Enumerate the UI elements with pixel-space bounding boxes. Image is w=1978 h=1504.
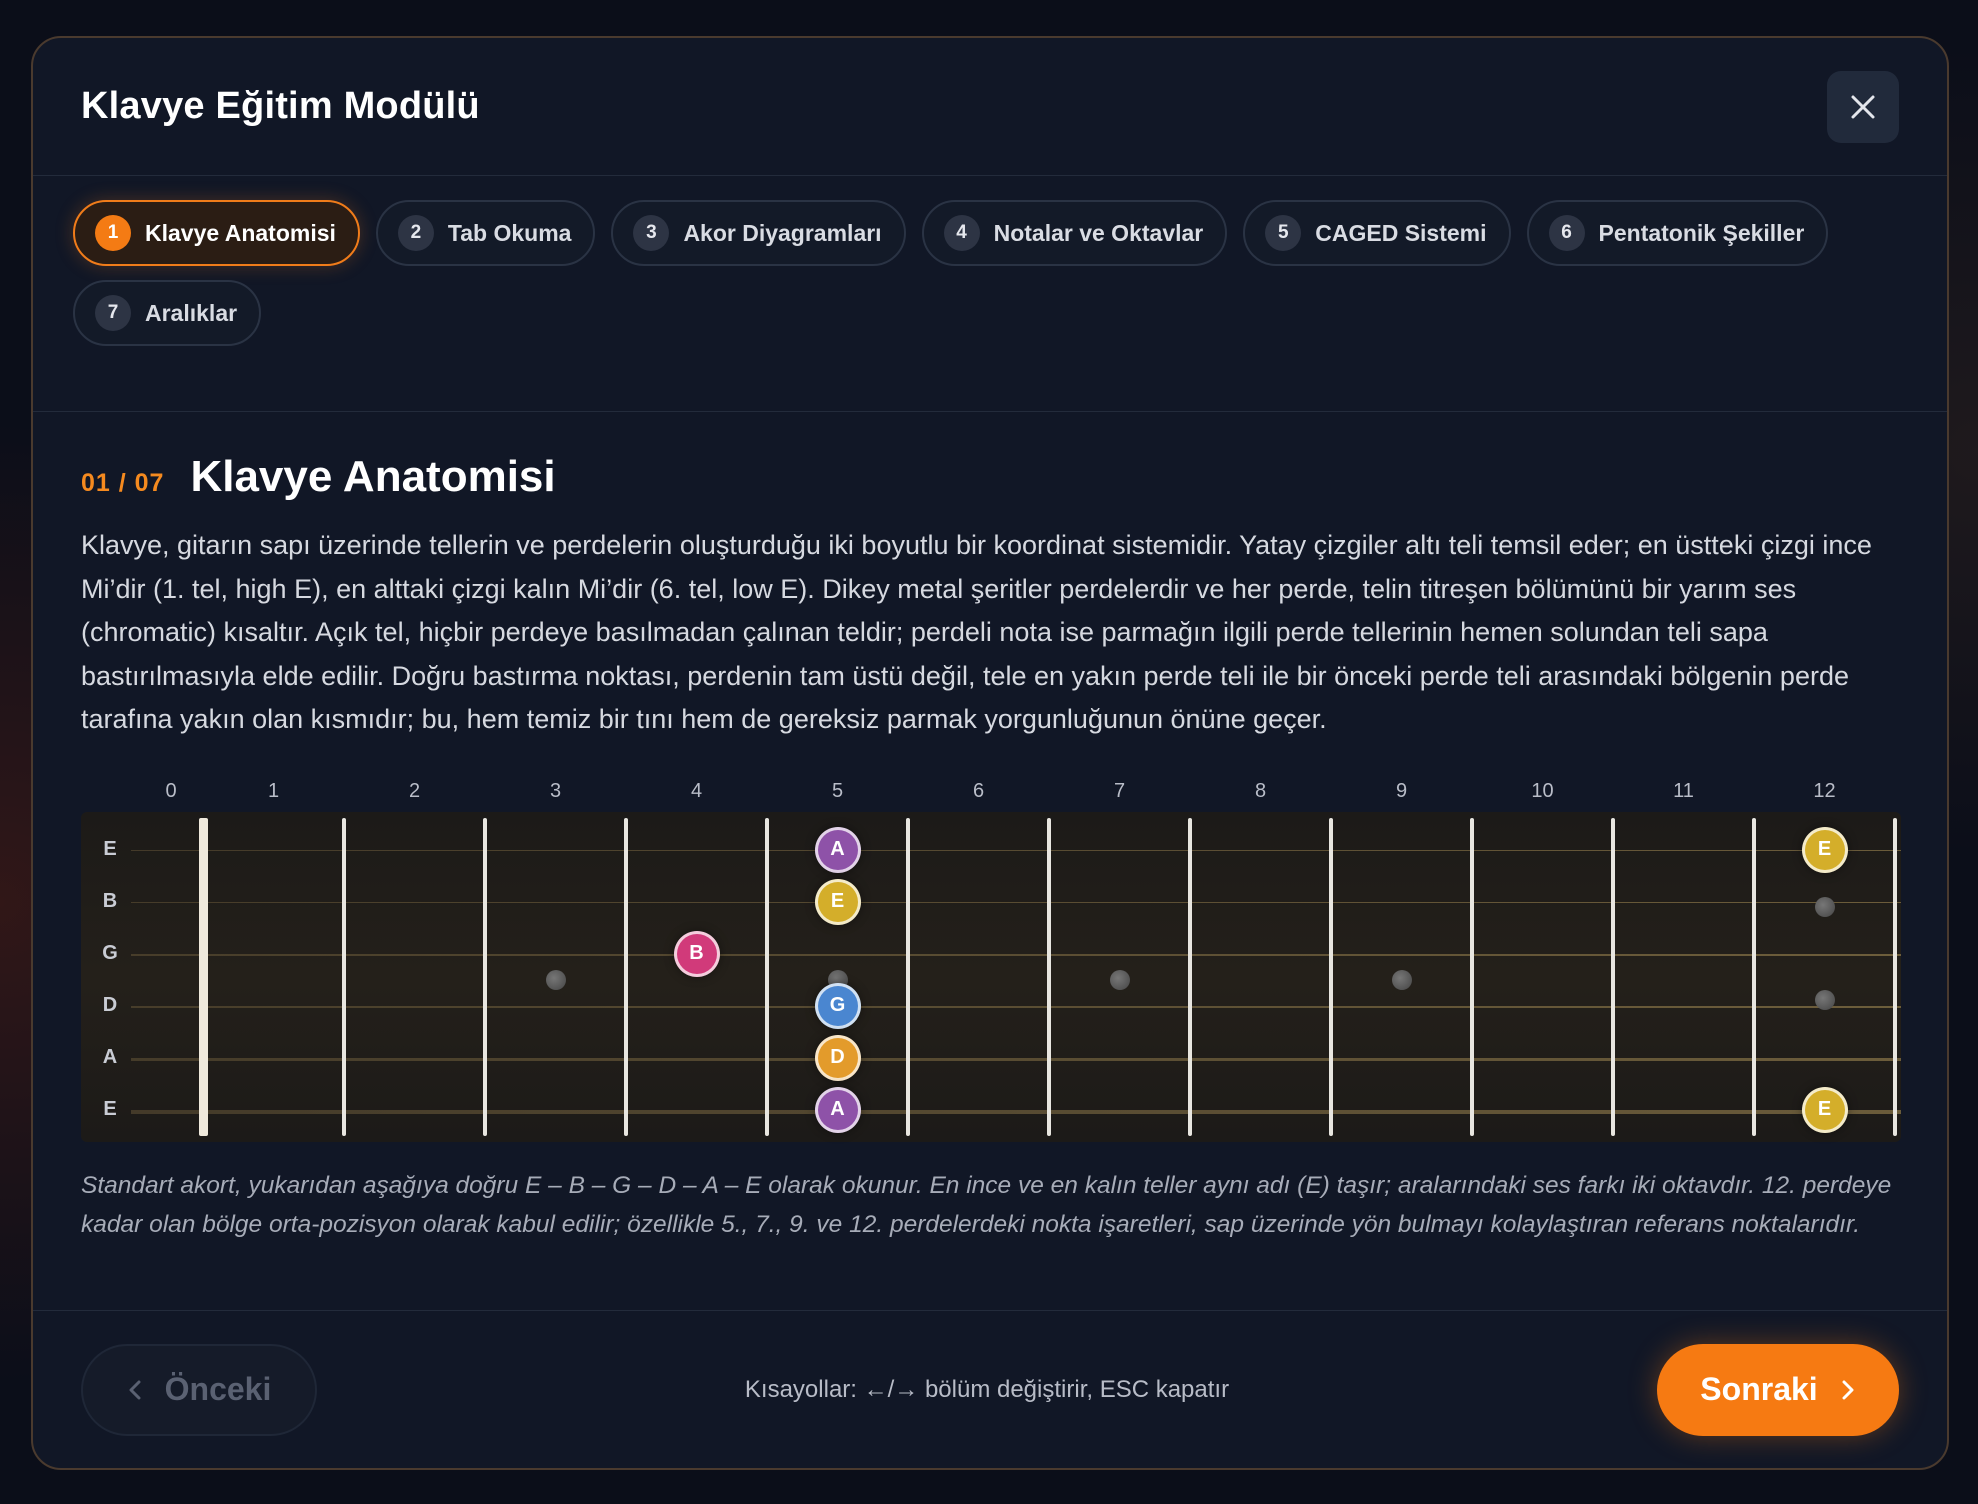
fret-number: 6 bbox=[972, 779, 985, 802]
modal-footer: Önceki Kısayollar: ←/→ bölüm değiştirir,… bbox=[33, 1310, 1947, 1468]
fret-number: 11 bbox=[1673, 779, 1694, 802]
fretboard-nut bbox=[199, 817, 208, 1136]
close-button[interactable] bbox=[1827, 70, 1899, 143]
keyboard-shortcut-hint: Kısayollar: ←/→ bölüm değiştirir, ESC ka… bbox=[744, 1375, 1230, 1403]
tab-label: Akor Diyagramları bbox=[683, 219, 882, 246]
guitar-string bbox=[131, 1057, 1901, 1061]
chevron-left-icon bbox=[129, 1380, 141, 1399]
section-tabs: 1 Klavye Anatomisi 2 Tab Okuma 3 Akor Diyagra… bbox=[33, 176, 1947, 412]
lesson-title-row: 01 / 07 Klavye Anatomisi bbox=[81, 452, 1899, 502]
fret-wire bbox=[1752, 817, 1756, 1136]
fret-number: 7 bbox=[1113, 779, 1126, 802]
tab-label: CAGED Sistemi bbox=[1315, 219, 1487, 246]
fret-wire bbox=[1329, 817, 1333, 1136]
note-marker[interactable]: E bbox=[1801, 826, 1848, 873]
modal-header: Klavye Eğitim Modülü bbox=[33, 38, 1947, 176]
previous-button[interactable]: Önceki bbox=[81, 1343, 317, 1436]
next-button[interactable]: Sonraki bbox=[1656, 1343, 1899, 1436]
note-marker[interactable]: D bbox=[814, 1034, 861, 1081]
fret-inlay-dot bbox=[1391, 969, 1412, 990]
string-label: B bbox=[102, 889, 118, 912]
guitar-string bbox=[131, 1005, 1901, 1009]
fret-wire bbox=[1893, 817, 1897, 1136]
training-modal: Klavye Eğitim Modülü 1 Klavye Anatomisi 2 T… bbox=[31, 36, 1949, 1470]
fret-number: 3 bbox=[549, 779, 562, 802]
fret-number: 9 bbox=[1395, 779, 1408, 802]
previous-label: Önceki bbox=[164, 1371, 272, 1407]
fret-wire bbox=[906, 817, 910, 1136]
tab-number-badge: 5 bbox=[1265, 215, 1302, 251]
fretboard: EBGDAEAEBGDAEE bbox=[81, 811, 1901, 1142]
fret-number: 8 bbox=[1254, 779, 1267, 802]
tab-label: Aralıklar bbox=[145, 299, 238, 326]
guitar-string bbox=[131, 901, 1901, 904]
tab-5[interactable]: 5 CAGED Sistemi bbox=[1243, 200, 1511, 266]
fret-number: 2 bbox=[408, 779, 421, 802]
fret-inlay-dot bbox=[545, 969, 566, 990]
lesson-title: Klavye Anatomisi bbox=[190, 452, 556, 501]
tab-number-badge: 2 bbox=[397, 215, 434, 251]
fret-number: 5 bbox=[831, 779, 844, 802]
tab-1[interactable]: 1 Klavye Anatomisi bbox=[73, 200, 360, 266]
string-label: G bbox=[102, 941, 118, 964]
fret-wire bbox=[1470, 817, 1474, 1136]
tab-label: Tab Okuma bbox=[447, 219, 572, 246]
fret-inlay-dot bbox=[1814, 896, 1835, 917]
fret-number: 12 bbox=[1813, 779, 1836, 802]
fret-number: 0 bbox=[165, 779, 177, 802]
note-marker[interactable]: E bbox=[814, 878, 861, 925]
guitar-string bbox=[131, 953, 1901, 956]
section-counter: 01 / 07 bbox=[81, 469, 165, 497]
note-marker[interactable]: A bbox=[814, 826, 861, 873]
fret-number: 10 bbox=[1531, 779, 1554, 802]
lesson-content: 01 / 07 Klavye Anatomisi Klavye, gitarın… bbox=[33, 412, 1947, 1244]
fret-inlay-dot bbox=[1109, 969, 1130, 990]
fret-wire bbox=[624, 817, 628, 1136]
tab-2[interactable]: 2 Tab Okuma bbox=[375, 200, 596, 266]
fret-number: 1 bbox=[267, 779, 280, 802]
string-label: D bbox=[102, 993, 118, 1016]
tab-number-badge: 7 bbox=[95, 295, 131, 331]
fret-wire bbox=[765, 817, 769, 1136]
tab-label: Notalar ve Oktavlar bbox=[993, 219, 1204, 246]
note-marker[interactable]: B bbox=[673, 930, 720, 977]
tab-number-badge: 6 bbox=[1548, 215, 1585, 251]
fret-wire bbox=[1047, 817, 1051, 1136]
tab-6[interactable]: 6 Pentatonik Şekiller bbox=[1526, 200, 1829, 266]
tab-label: Klavye Anatomisi bbox=[145, 219, 336, 246]
tab-label: Pentatonik Şekiller bbox=[1598, 219, 1805, 246]
fretboard-diagram: 0 1 2 3 4 5 6 7 8 9 10 11 12 EBGDAEAEBGDAEE bbox=[81, 770, 1901, 1142]
next-label: Sonraki bbox=[1700, 1371, 1818, 1407]
tab-number-badge: 4 bbox=[943, 215, 980, 251]
fret-wire bbox=[1188, 817, 1192, 1136]
string-label: E bbox=[103, 1097, 117, 1120]
fret-inlay-dot bbox=[1814, 990, 1835, 1011]
tab-7[interactable]: 7 Aralıklar bbox=[73, 280, 262, 346]
string-label: A bbox=[102, 1045, 118, 1068]
fretboard-caption: Standart akort, yukarıdan aşağıya doğru … bbox=[81, 1171, 1892, 1238]
lesson-body: Klavye, gitarın sapı üzerinde tellerin v… bbox=[81, 530, 1872, 734]
modal-title: Klavye Eğitim Modülü bbox=[81, 85, 480, 127]
tab-3[interactable]: 3 Akor Diyagramları bbox=[611, 200, 906, 266]
fret-wire bbox=[1611, 817, 1615, 1136]
fret-number-row: 0 1 2 3 4 5 6 7 8 9 10 11 12 bbox=[81, 770, 1901, 810]
fret-wire bbox=[342, 817, 346, 1136]
tab-number-badge: 3 bbox=[633, 215, 670, 251]
close-icon bbox=[1851, 95, 1875, 118]
guitar-string bbox=[131, 1109, 1901, 1114]
tab-4[interactable]: 4 Notalar ve Oktavlar bbox=[921, 200, 1228, 266]
fret-number: 4 bbox=[690, 779, 703, 802]
tab-number-badge: 1 bbox=[95, 215, 131, 251]
note-marker[interactable]: A bbox=[814, 1086, 861, 1133]
string-label: E bbox=[103, 837, 117, 860]
fret-wire bbox=[483, 817, 487, 1136]
note-marker[interactable]: G bbox=[814, 982, 861, 1029]
chevron-right-icon bbox=[1842, 1380, 1854, 1399]
guitar-string bbox=[131, 849, 1901, 851]
note-marker[interactable]: E bbox=[1801, 1086, 1848, 1133]
